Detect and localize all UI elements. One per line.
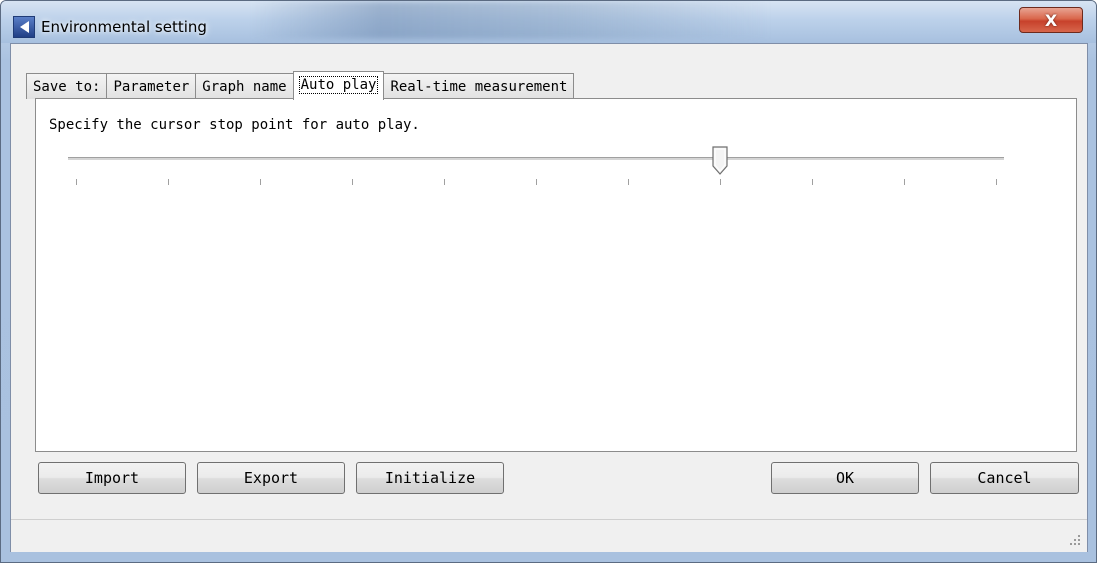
resize-grip-icon[interactable] bbox=[1069, 534, 1081, 546]
slider-tick bbox=[904, 179, 905, 185]
tab-label: Auto play bbox=[298, 76, 379, 94]
tab-parameter[interactable]: Parameter bbox=[106, 73, 197, 99]
slider-tick bbox=[76, 179, 77, 185]
app-logo-icon bbox=[13, 16, 35, 38]
window-title: Environmental setting bbox=[41, 18, 207, 36]
cancel-button[interactable]: Cancel bbox=[930, 462, 1079, 494]
tab-label: Real-time measurement bbox=[390, 79, 568, 95]
slider-tick bbox=[720, 179, 721, 185]
slider-tick bbox=[168, 179, 169, 185]
slider-tick bbox=[536, 179, 537, 185]
initialize-button-label: Initialize bbox=[384, 469, 476, 487]
slider-track[interactable] bbox=[68, 157, 1004, 161]
tab-graph-name[interactable]: Graph name bbox=[195, 73, 294, 99]
slider-thumb[interactable] bbox=[711, 146, 729, 176]
tab-real-time-measurement[interactable]: Real-time measurement bbox=[383, 73, 575, 99]
slider-tick bbox=[260, 179, 261, 185]
slider-tick bbox=[996, 179, 997, 185]
ok-button[interactable]: OK bbox=[771, 462, 919, 494]
export-button-label: Export bbox=[243, 469, 299, 487]
export-button[interactable]: Export bbox=[197, 462, 345, 494]
tab-strip: Save to: Parameter Graph name Auto play … bbox=[26, 71, 575, 100]
title-bar[interactable]: Environmental setting X bbox=[1, 1, 1096, 43]
instruction-text: Specify the cursor stop point for auto p… bbox=[49, 117, 420, 133]
import-button-label: Import bbox=[84, 469, 140, 487]
slider-tick bbox=[444, 179, 445, 185]
tab-label: Save to: bbox=[33, 79, 101, 95]
tab-label: Parameter bbox=[113, 79, 190, 95]
cancel-button-label: Cancel bbox=[977, 469, 1032, 487]
close-icon: X bbox=[1044, 10, 1058, 30]
slider-tick bbox=[812, 179, 813, 185]
tab-label: Graph name bbox=[202, 79, 287, 95]
import-button[interactable]: Import bbox=[38, 462, 186, 494]
close-button[interactable]: X bbox=[1019, 7, 1083, 33]
status-bar bbox=[11, 519, 1087, 552]
slider-tick bbox=[628, 179, 629, 185]
ok-button-label: OK bbox=[835, 469, 855, 487]
title-bar-background bbox=[251, 1, 771, 39]
tab-auto-play[interactable]: Auto play bbox=[292, 71, 385, 100]
tab-panel-auto-play: Specify the cursor stop point for auto p… bbox=[35, 98, 1077, 452]
tab-save-to[interactable]: Save to: bbox=[26, 73, 108, 99]
slider-tick bbox=[352, 179, 353, 185]
dialog-window: Environmental setting X Save to: Paramet… bbox=[0, 0, 1097, 563]
initialize-button[interactable]: Initialize bbox=[356, 462, 504, 494]
